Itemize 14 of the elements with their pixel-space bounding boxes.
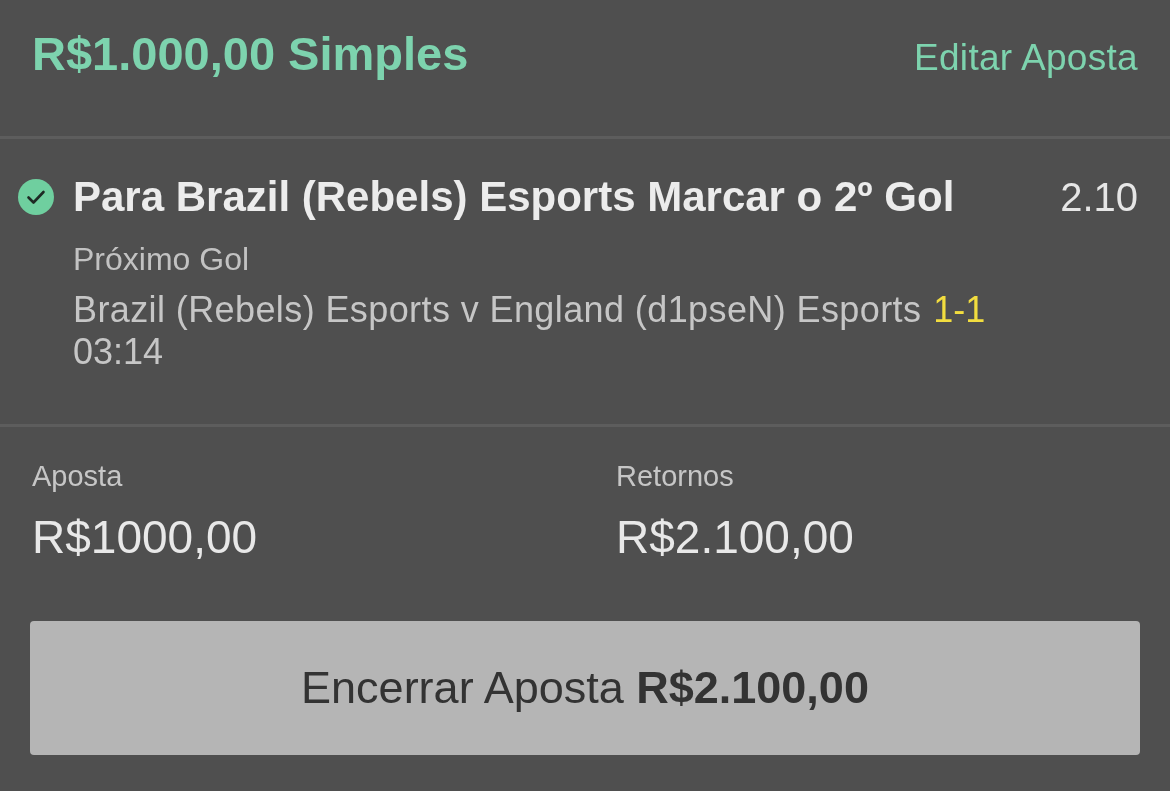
summary-value: R$1000,00: [32, 510, 258, 564]
summary-label: Aposta: [32, 459, 123, 493]
edit-bet-link[interactable]: Editar Aposta: [914, 36, 1138, 80]
match-score: 1-1: [933, 289, 986, 330]
summary-label: Retornos: [616, 459, 734, 493]
check-circle-icon: [18, 179, 54, 215]
market-name: Próximo Gol: [73, 240, 250, 279]
match-time: 03:14: [73, 331, 164, 373]
summary-value: R$2.100,00: [616, 510, 854, 564]
bet-title: R$1.000,00 Simples: [32, 26, 469, 82]
odds-value: 2.10: [1060, 174, 1138, 221]
cash-out-button[interactable]: Encerrar Aposta R$2.100,00: [30, 621, 1140, 755]
event-name: Brazil (Rebels) Esports v England (d1pseN) Esports: [73, 289, 922, 330]
selection-title: Para Brazil (Rebels) Esports Marcar o 2º Gol: [73, 172, 956, 222]
